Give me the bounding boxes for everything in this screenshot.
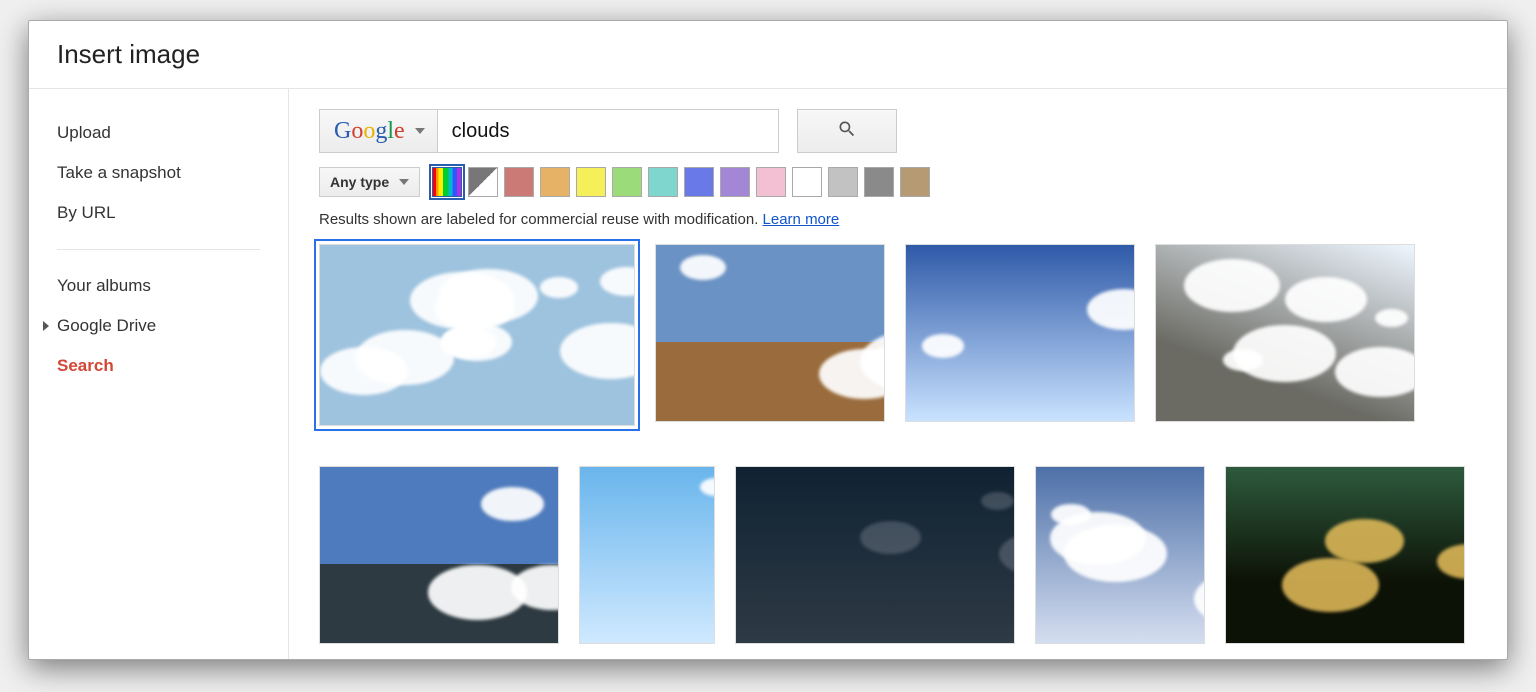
results-note: Results shown are labeled for commercial… bbox=[319, 211, 1477, 228]
image-result[interactable] bbox=[319, 244, 635, 426]
sidebar: Upload Take a snapshot By URL Your albums G… bbox=[29, 89, 289, 659]
color-swatch-pink[interactable] bbox=[756, 167, 786, 197]
image-result[interactable] bbox=[1225, 466, 1465, 644]
main-panel: Google Any type bbox=[289, 89, 1507, 659]
sidebar-item-label: Google Drive bbox=[57, 316, 156, 336]
image-result[interactable] bbox=[905, 244, 1135, 422]
image-result[interactable] bbox=[319, 466, 559, 644]
sidebar-item-google-drive[interactable]: Google Drive bbox=[29, 306, 288, 346]
sidebar-item-label: By URL bbox=[57, 203, 116, 223]
image-result[interactable] bbox=[655, 244, 885, 422]
color-swatch-brown[interactable] bbox=[900, 167, 930, 197]
image-result[interactable] bbox=[1035, 466, 1205, 644]
color-swatch-teal[interactable] bbox=[648, 167, 678, 197]
search-button[interactable] bbox=[797, 109, 897, 153]
image-result[interactable] bbox=[579, 466, 715, 644]
color-swatch-yellow[interactable] bbox=[576, 167, 606, 197]
disclosure-triangle-icon bbox=[43, 321, 49, 331]
sidebar-item-take-a-snapshot[interactable]: Take a snapshot bbox=[29, 153, 288, 193]
sidebar-item-upload[interactable]: Upload bbox=[29, 113, 288, 153]
sidebar-item-by-url[interactable]: By URL bbox=[29, 193, 288, 233]
type-filter-label: Any type bbox=[330, 174, 389, 190]
color-swatch-green[interactable] bbox=[612, 167, 642, 197]
sidebar-item-label: Take a snapshot bbox=[57, 163, 181, 183]
color-swatch-full-color[interactable] bbox=[432, 167, 462, 197]
sidebar-item-search[interactable]: Search bbox=[29, 346, 288, 386]
search-icon bbox=[837, 119, 857, 144]
chevron-down-icon bbox=[415, 128, 425, 134]
color-swatch-white[interactable] bbox=[792, 167, 822, 197]
color-swatch-light-gray[interactable] bbox=[828, 167, 858, 197]
search-combo: Google bbox=[319, 109, 779, 153]
color-swatch-dark-gray[interactable] bbox=[864, 167, 894, 197]
sidebar-item-label: Search bbox=[57, 356, 114, 376]
learn-more-link[interactable]: Learn more bbox=[763, 211, 840, 228]
chevron-down-icon bbox=[399, 179, 409, 185]
image-result[interactable] bbox=[1155, 244, 1415, 422]
color-swatch-blue[interactable] bbox=[684, 167, 714, 197]
color-swatch-black-and-white[interactable] bbox=[468, 167, 498, 197]
search-provider-dropdown[interactable]: Google bbox=[320, 110, 438, 152]
color-swatch-orange[interactable] bbox=[540, 167, 570, 197]
color-swatch-purple[interactable] bbox=[720, 167, 750, 197]
sidebar-divider bbox=[57, 249, 260, 250]
search-input[interactable] bbox=[438, 110, 778, 152]
dialog-title: Insert image bbox=[29, 21, 1507, 89]
image-result[interactable] bbox=[735, 466, 1015, 644]
type-filter-dropdown[interactable]: Any type bbox=[319, 167, 420, 197]
google-logo: Google bbox=[334, 118, 405, 145]
insert-image-dialog: Insert image Upload Take a snapshot By URL… bbox=[28, 20, 1508, 660]
sidebar-item-your-albums[interactable]: Your albums bbox=[29, 266, 288, 306]
sidebar-item-label: Upload bbox=[57, 123, 111, 143]
color-swatch-red[interactable] bbox=[504, 167, 534, 197]
sidebar-item-label: Your albums bbox=[57, 276, 151, 296]
